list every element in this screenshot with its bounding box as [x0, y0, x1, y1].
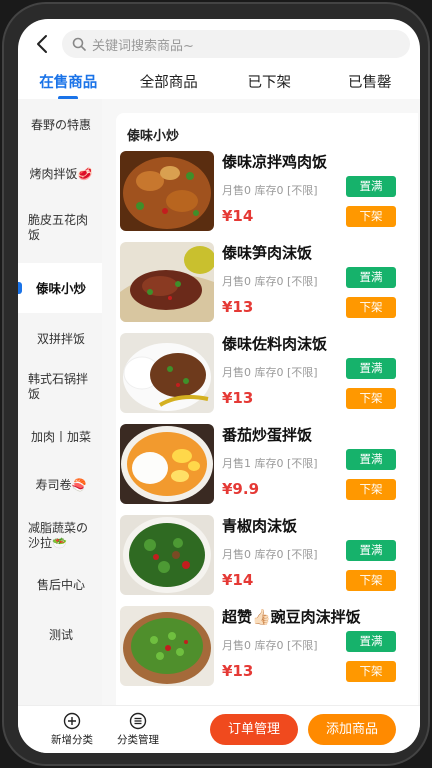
sidebar-item-label: 减脂蔬菜の沙拉🥗	[28, 521, 89, 550]
take-down-button[interactable]: 下架	[346, 479, 396, 500]
sidebar-item-category[interactable]: 韩式石锅拌饭	[18, 365, 102, 409]
product-item[interactable]: 傣味凉拌鸡肉饭 月售0 库存0 [不限] ¥14 置满 下架	[120, 151, 416, 231]
sidebar-item-label: 韩式石锅拌饭	[28, 372, 89, 401]
product-image	[120, 333, 214, 413]
fill-stock-button[interactable]: 置满	[346, 449, 396, 470]
product-item[interactable]: 青椒肉沫饭 月售0 库存0 [不限] ¥14 置满 下架	[120, 515, 416, 595]
sidebar-item-category[interactable]: 烤肉拌饭🥩	[18, 154, 102, 194]
sidebar-item-category[interactable]: 脆皮五花肉饭	[18, 205, 102, 251]
product-item[interactable]: 超赞👍🏻豌豆肉沫拌饭 月售0 库存0 [不限] ¥13 置满 下架	[120, 606, 416, 686]
product-item[interactable]: 傣味佐料肉沫饭 月售0 库存0 [不限] ¥13 置满 下架	[120, 333, 416, 413]
search-placeholder: 关键词搜索商品~	[92, 38, 194, 54]
add-product-button[interactable]: 添加商品	[308, 714, 396, 745]
product-stock-info: 月售0 库存0 [不限]	[222, 548, 318, 561]
take-down-button[interactable]: 下架	[346, 206, 396, 227]
sidebar-item-label: 春野の特惠	[30, 117, 91, 132]
product-item[interactable]: 番茄炒蛋拌饭 月售1 库存0 [不限] ¥9.9 置满 下架	[120, 424, 416, 504]
product-image	[120, 424, 214, 504]
product-price: ¥9.9	[222, 480, 260, 498]
tab-label: 已售罄	[348, 75, 392, 91]
product-panel: 傣味小炒 傣味凉拌鸡肉饭 月售0 库存0 [不限] ¥14 置满 下架 傣味笋肉…	[116, 113, 418, 705]
product-stock-info: 月售0 库存0 [不限]	[222, 366, 318, 379]
manage-category-button[interactable]: 分类管理	[108, 712, 168, 747]
product-name: 傣味凉拌鸡肉饭	[222, 153, 328, 171]
sidebar-item-category-active[interactable]: 傣味小炒	[18, 263, 102, 313]
fill-stock-button[interactable]: 置满	[346, 540, 396, 561]
product-price: ¥14	[222, 571, 254, 589]
section-title: 傣味小炒	[127, 129, 180, 144]
tab-label: 已下架	[247, 75, 292, 91]
sidebar-item-category[interactable]: 减脂蔬菜の沙拉🥗	[18, 513, 102, 559]
product-image	[120, 606, 214, 686]
sidebar-item-label: 测试	[48, 627, 73, 642]
fill-stock-button[interactable]: 置满	[346, 176, 396, 197]
back-icon[interactable]	[32, 33, 54, 55]
sidebar-item-category[interactable]: 加肉丨加菜	[18, 417, 102, 457]
plus-circle-icon	[63, 712, 81, 730]
sidebar-item-label: 烤肉拌饭🥩	[29, 166, 93, 181]
tab-label: 全部商品	[139, 75, 198, 91]
fill-stock-button[interactable]: 置满	[346, 267, 396, 288]
add-category-button[interactable]: 新增分类	[42, 712, 102, 747]
product-list-area: 傣味小炒 傣味凉拌鸡肉饭 月售0 库存0 [不限] ¥14 置满 下架 傣味笋肉…	[102, 99, 420, 705]
product-image	[120, 515, 214, 595]
product-stock-info: 月售0 库存0 [不限]	[222, 275, 318, 288]
product-price: ¥13	[222, 662, 254, 680]
list-circle-icon	[129, 712, 147, 730]
sidebar-item-category[interactable]: 售后中心	[18, 565, 102, 605]
fill-stock-button[interactable]: 置满	[346, 631, 396, 652]
sidebar-item-label: 双拼拌饭	[36, 331, 85, 346]
product-name: 番茄炒蛋拌饭	[222, 426, 313, 444]
sidebar-item-label: 脆皮五花肉饭	[28, 213, 89, 242]
sidebar-item-label: 售后中心	[36, 577, 85, 592]
bottom-action-bar: 新增分类 分类管理 订单管理 添加商品	[18, 705, 420, 753]
top-bar: 关键词搜索商品~	[18, 19, 420, 69]
sidebar-item-category[interactable]: 测试	[18, 615, 102, 655]
sidebar-item-label: 寿司卷🍣	[35, 477, 87, 492]
app-screen: 关键词搜索商品~ 在售商品 全部商品 已下架 已售罄 春野の特惠 烤肉拌饭🥩 脆…	[18, 19, 420, 753]
search-icon	[72, 37, 86, 51]
product-name: 青椒肉沫饭	[222, 517, 298, 535]
order-manage-button[interactable]: 订单管理	[210, 714, 298, 745]
category-sidebar: 春野の特惠 烤肉拌饭🥩 脆皮五花肉饭 傣味小炒 双拼拌饭 韩式石锅拌饭 加肉丨加…	[18, 99, 102, 705]
take-down-button[interactable]: 下架	[346, 388, 396, 409]
sidebar-item-category[interactable]: 双拼拌饭	[18, 319, 102, 359]
sidebar-item-category[interactable]: 春野の特惠	[18, 105, 102, 145]
tab-label: 在售商品	[39, 75, 98, 91]
product-price: ¥14	[222, 207, 254, 225]
product-price: ¥13	[222, 389, 254, 407]
manage-category-label: 分类管理	[117, 734, 159, 746]
add-category-label: 新增分类	[51, 734, 93, 746]
product-stock-info: 月售0 库存0 [不限]	[222, 639, 318, 652]
product-name: 超赞👍🏻豌豆肉沫拌饭	[222, 608, 361, 626]
sidebar-item-category[interactable]: 寿司卷🍣	[18, 465, 102, 505]
product-price: ¥13	[222, 298, 254, 316]
sidebar-item-label: 傣味小炒	[35, 280, 86, 296]
product-image	[120, 242, 214, 322]
take-down-button[interactable]: 下架	[346, 661, 396, 682]
phone-frame: 关键词搜索商品~ 在售商品 全部商品 已下架 已售罄 春野の特惠 烤肉拌饭🥩 脆…	[2, 2, 430, 766]
search-input[interactable]: 关键词搜索商品~	[62, 30, 410, 58]
product-item[interactable]: 傣味笋肉沫饭 月售0 库存0 [不限] ¥13 置满 下架	[120, 242, 416, 322]
product-name: 傣味笋肉沫饭	[222, 244, 313, 262]
product-stock-info: 月售0 库存0 [不限]	[222, 184, 318, 197]
product-stock-info: 月售1 库存0 [不限]	[222, 457, 318, 470]
sidebar-item-label: 加肉丨加菜	[30, 429, 91, 444]
product-name: 傣味佐料肉沫饭	[222, 335, 328, 353]
take-down-button[interactable]: 下架	[346, 570, 396, 591]
fill-stock-button[interactable]: 置满	[346, 358, 396, 379]
take-down-button[interactable]: 下架	[346, 297, 396, 318]
product-image	[120, 151, 214, 231]
